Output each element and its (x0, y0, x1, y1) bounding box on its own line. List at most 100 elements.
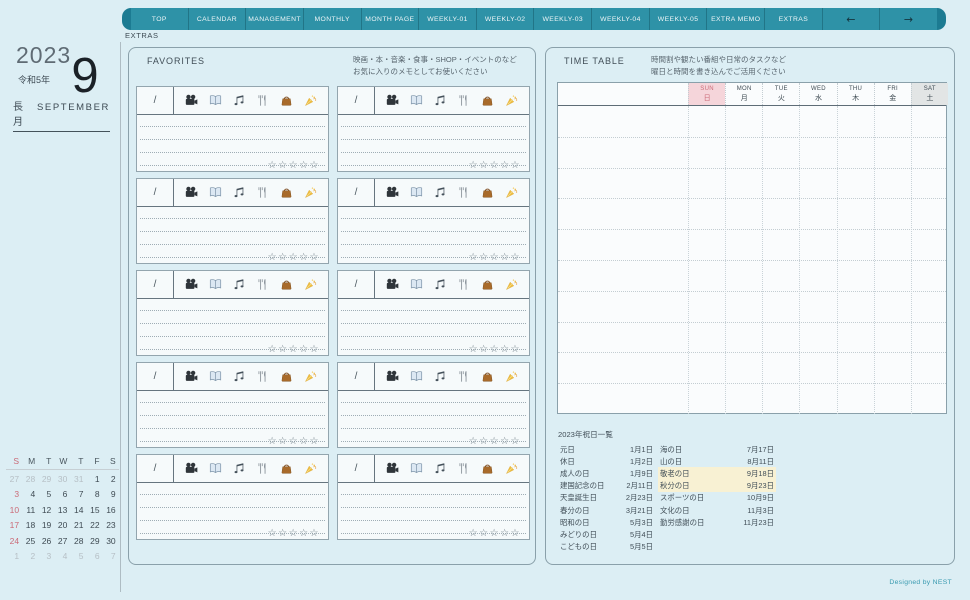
mini-calendar-day[interactable]: 15 (86, 503, 102, 518)
favorite-entry[interactable]: / ☆☆☆☆☆ (337, 86, 530, 172)
music-notes-icon[interactable] (434, 186, 447, 199)
mini-calendar-day[interactable]: 6 (54, 487, 70, 502)
music-notes-icon[interactable] (233, 370, 246, 383)
handbag-icon[interactable] (481, 186, 494, 199)
favorite-rating-stars[interactable]: ☆☆☆☆☆ (469, 252, 521, 263)
favorite-memo-area[interactable]: ☆☆☆☆☆ (338, 115, 529, 171)
music-notes-icon[interactable] (233, 278, 246, 291)
movie-camera-icon[interactable] (185, 278, 198, 291)
party-popper-icon[interactable] (505, 278, 518, 291)
mini-calendar-day[interactable]: 4 (54, 549, 70, 564)
mini-calendar-day[interactable]: 16 (103, 503, 119, 518)
mini-calendar-day[interactable]: 10 (6, 503, 22, 518)
mini-calendar-day[interactable]: 7 (103, 549, 119, 564)
favorite-rating-stars[interactable]: ☆☆☆☆☆ (268, 528, 320, 539)
mini-calendar-day[interactable]: 30 (103, 534, 119, 549)
music-notes-icon[interactable] (233, 462, 246, 475)
mini-calendar-day[interactable]: 20 (54, 518, 70, 533)
favorite-date-cell[interactable]: / (137, 271, 174, 298)
mini-calendar-day[interactable]: 21 (70, 518, 86, 533)
mini-calendar-day[interactable]: 14 (70, 503, 86, 518)
movie-camera-icon[interactable] (185, 370, 198, 383)
favorite-memo-area[interactable]: ☆☆☆☆☆ (338, 299, 529, 355)
movie-camera-icon[interactable] (386, 370, 399, 383)
favorite-date-cell[interactable]: / (338, 87, 375, 114)
favorite-date-cell[interactable]: / (137, 455, 174, 482)
favorite-entry[interactable]: / ☆☆☆☆☆ (136, 86, 329, 172)
party-popper-icon[interactable] (304, 462, 317, 475)
mini-calendar-day[interactable]: 1 (86, 472, 102, 487)
fork-knife-icon[interactable] (457, 370, 470, 383)
music-notes-icon[interactable] (434, 94, 447, 107)
favorite-entry[interactable]: / ☆☆☆☆☆ (136, 362, 329, 448)
party-popper-icon[interactable] (505, 370, 518, 383)
favorite-rating-stars[interactable]: ☆☆☆☆☆ (268, 436, 320, 447)
mini-calendar-day[interactable]: 26 (38, 534, 54, 549)
movie-camera-icon[interactable] (386, 94, 399, 107)
mini-calendar-day[interactable]: 4 (22, 487, 38, 502)
favorite-memo-area[interactable]: ☆☆☆☆☆ (137, 115, 328, 171)
favorite-memo-area[interactable]: ☆☆☆☆☆ (137, 207, 328, 263)
mini-calendar-day[interactable]: 30 (54, 472, 70, 487)
nav-tab-weekly-03[interactable]: WEEKLY-03 (533, 8, 591, 30)
mini-calendar-day[interactable]: 25 (22, 534, 38, 549)
handbag-icon[interactable] (481, 278, 494, 291)
favorite-entry[interactable]: / ☆☆☆☆☆ (136, 178, 329, 264)
favorite-memo-area[interactable]: ☆☆☆☆☆ (137, 299, 328, 355)
timetable-grid[interactable] (558, 106, 946, 414)
mini-calendar-day[interactable]: 29 (38, 472, 54, 487)
fork-knife-icon[interactable] (457, 462, 470, 475)
nav-tab-top[interactable]: TOP (131, 8, 188, 30)
favorite-entry[interactable]: / ☆☆☆☆☆ (337, 270, 530, 356)
mini-calendar-day[interactable]: 28 (22, 472, 38, 487)
nav-back-button[interactable]: ← (821, 8, 880, 30)
favorite-date-cell[interactable]: / (338, 271, 375, 298)
favorite-date-cell[interactable]: / (137, 363, 174, 390)
favorite-rating-stars[interactable]: ☆☆☆☆☆ (268, 252, 320, 263)
mini-calendar-day[interactable]: 29 (86, 534, 102, 549)
party-popper-icon[interactable] (505, 94, 518, 107)
mini-calendar-day[interactable]: 11 (22, 503, 38, 518)
favorite-date-cell[interactable]: / (137, 179, 174, 206)
favorite-entry[interactable]: / ☆☆☆☆☆ (136, 454, 329, 540)
movie-camera-icon[interactable] (386, 462, 399, 475)
favorite-memo-area[interactable]: ☆☆☆☆☆ (137, 483, 328, 539)
movie-camera-icon[interactable] (185, 94, 198, 107)
favorite-memo-area[interactable]: ☆☆☆☆☆ (338, 207, 529, 263)
movie-camera-icon[interactable] (386, 186, 399, 199)
movie-camera-icon[interactable] (386, 278, 399, 291)
mini-calendar-day[interactable]: 7 (70, 487, 86, 502)
mini-calendar-day[interactable]: 3 (38, 549, 54, 564)
mini-calendar-day[interactable]: 8 (86, 487, 102, 502)
mini-calendar-day[interactable]: 12 (38, 503, 54, 518)
party-popper-icon[interactable] (304, 370, 317, 383)
fork-knife-icon[interactable] (457, 278, 470, 291)
nav-tab-month-page[interactable]: MONTH PAGE (360, 8, 419, 30)
nav-tab-weekly-04[interactable]: WEEKLY-04 (591, 8, 649, 30)
mini-calendar-day[interactable]: 17 (6, 518, 22, 533)
nav-tab-calendar[interactable]: CALENDAR (187, 8, 246, 30)
fork-knife-icon[interactable] (256, 94, 269, 107)
mini-calendar-day[interactable]: 19 (38, 518, 54, 533)
open-book-icon[interactable] (410, 370, 423, 383)
handbag-icon[interactable] (280, 278, 293, 291)
open-book-icon[interactable] (209, 462, 222, 475)
favorite-rating-stars[interactable]: ☆☆☆☆☆ (268, 344, 320, 355)
nav-tab-extra-memo[interactable]: EXTRA MEMO (706, 8, 764, 30)
handbag-icon[interactable] (481, 94, 494, 107)
party-popper-icon[interactable] (304, 186, 317, 199)
favorite-date-cell[interactable]: / (338, 179, 375, 206)
fork-knife-icon[interactable] (256, 462, 269, 475)
mini-calendar-day[interactable]: 9 (103, 487, 119, 502)
mini-calendar-day[interactable]: 27 (54, 534, 70, 549)
open-book-icon[interactable] (410, 186, 423, 199)
mini-calendar-day[interactable]: 28 (70, 534, 86, 549)
open-book-icon[interactable] (410, 278, 423, 291)
mini-calendar-day[interactable]: 2 (22, 549, 38, 564)
mini-calendar-day[interactable]: 2 (103, 472, 119, 487)
nav-tab-extras[interactable]: EXTRAS (764, 8, 822, 30)
handbag-icon[interactable] (280, 186, 293, 199)
favorite-memo-area[interactable]: ☆☆☆☆☆ (137, 391, 328, 447)
open-book-icon[interactable] (209, 94, 222, 107)
handbag-icon[interactable] (280, 370, 293, 383)
